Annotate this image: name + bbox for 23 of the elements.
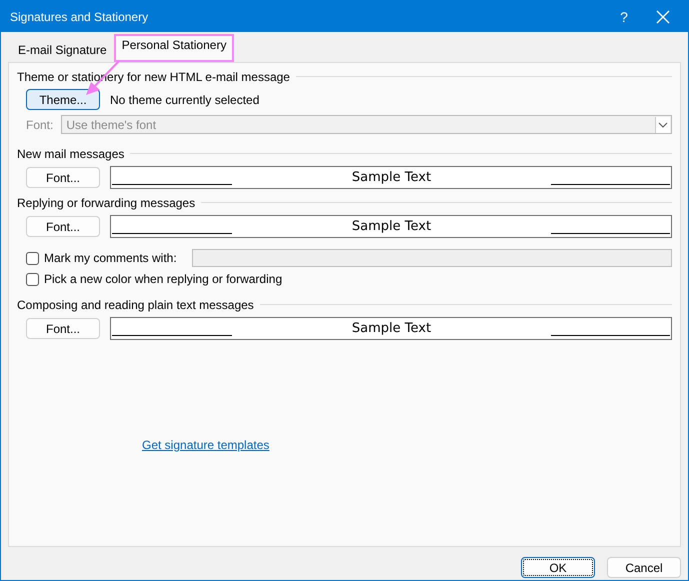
checkbox-label[interactable]: Pick a new color when replying or forwarding bbox=[44, 272, 282, 286]
sample-text-preview: Sample Text bbox=[110, 215, 672, 238]
section-heading: Theme or stationery for new HTML e-mail message bbox=[17, 70, 290, 84]
sample-text-preview: Sample Text bbox=[110, 166, 672, 189]
font-label: Font: bbox=[26, 118, 54, 132]
theme-button[interactable]: Theme... bbox=[26, 89, 100, 110]
font-button[interactable]: Font... bbox=[26, 318, 100, 339]
section-heading: Replying or forwarding messages bbox=[17, 196, 196, 210]
section-heading: New mail messages bbox=[17, 146, 124, 160]
tab[interactable]: E-mail Signature bbox=[11, 39, 114, 62]
checkbox[interactable] bbox=[26, 272, 39, 286]
help-button[interactable]: ? bbox=[604, 8, 644, 24]
signature-templates-link[interactable]: Get signature templates bbox=[142, 438, 270, 452]
tab[interactable]: Personal Stationery bbox=[114, 34, 234, 62]
dialog-button[interactable]: OK bbox=[521, 557, 595, 578]
font-button[interactable]: Font... bbox=[26, 216, 100, 237]
font-button[interactable]: Font... bbox=[26, 167, 100, 188]
theme-status: No theme currently selected bbox=[110, 92, 260, 106]
dialog-button[interactable]: Cancel bbox=[607, 557, 681, 578]
close-icon[interactable] bbox=[656, 10, 670, 24]
sample-text-preview: Sample Text bbox=[110, 317, 672, 340]
window-title: Signatures and Stationery bbox=[9, 10, 150, 24]
section-heading: Composing and reading plain text messages bbox=[17, 298, 254, 312]
